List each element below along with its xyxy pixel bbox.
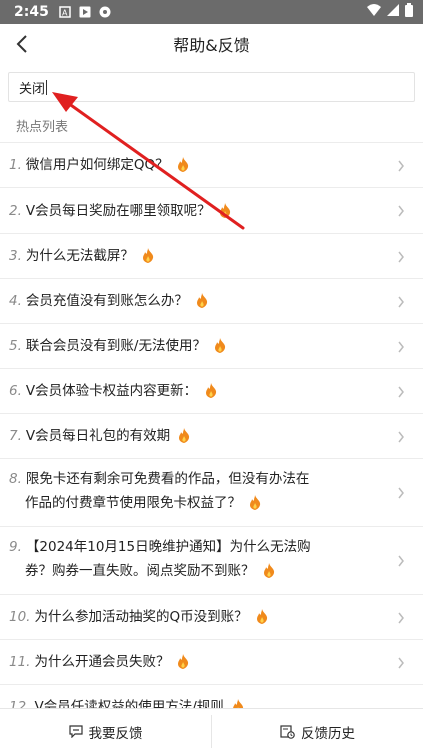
battery-icon bbox=[405, 3, 413, 21]
search-input-value: 关闭 bbox=[19, 81, 46, 97]
chevron-right-icon bbox=[398, 386, 404, 398]
list-item-number: 5. bbox=[9, 338, 22, 354]
fire-icon bbox=[177, 156, 189, 180]
fire-icon bbox=[196, 292, 208, 316]
list-item-text: 11. 为什么开通会员失败？ bbox=[9, 650, 389, 677]
search-input[interactable]: 关闭 bbox=[8, 72, 415, 102]
list-item-title: 为什么开通会员失败？ bbox=[34, 654, 170, 670]
feedback-button[interactable]: 我要反馈 bbox=[0, 709, 211, 754]
list-item[interactable]: 9. 【2024年10月15日晚维护通知】为什么无法购 券？购券一直失败。阅点奖励不… bbox=[0, 527, 423, 595]
list-item-number: 1. bbox=[9, 157, 22, 173]
list-item-number: 8. bbox=[9, 471, 22, 487]
status-bar: 2:45 A bbox=[0, 0, 423, 24]
list-item[interactable]: 6. V会员体验卡权益内容更新： bbox=[0, 369, 423, 414]
feedback-history-button[interactable]: 反馈历史 bbox=[212, 709, 423, 754]
list-item-text: 1. 微信用户如何绑定QQ？ bbox=[9, 153, 389, 180]
list-item-title: 为什么参加活动抽奖的Q币没到账？ bbox=[34, 609, 248, 625]
list-item-number: 10. bbox=[9, 609, 31, 625]
svg-text:A: A bbox=[62, 9, 68, 18]
fire-icon bbox=[205, 382, 217, 406]
page-title: 帮助&反馈 bbox=[173, 36, 250, 55]
list-item[interactable]: 7. V会员每日礼包的有效期 bbox=[0, 414, 423, 459]
list-item[interactable]: 11. 为什么开通会员失败？ bbox=[0, 640, 423, 685]
chevron-right-icon bbox=[398, 341, 404, 353]
app-header: 帮助&反馈 bbox=[0, 24, 423, 64]
list-item-title: 【2024年10月15日晚维护通知】为什么无法购 bbox=[25, 539, 311, 555]
list-item-title: 为什么无法截屏？ bbox=[25, 248, 134, 264]
shield-icon bbox=[99, 6, 111, 18]
fire-icon bbox=[263, 562, 275, 586]
list-item-number: 4. bbox=[9, 293, 22, 309]
list-item-text: 8. 限免卡还有剩余可免费看的作品，但没有办法在 作品的付费章节使用限免卡权益了？ bbox=[9, 467, 389, 518]
fire-icon bbox=[177, 653, 189, 677]
message-icon bbox=[68, 725, 83, 738]
fire-icon bbox=[142, 247, 154, 271]
history-icon bbox=[280, 724, 295, 739]
sim-icon: A bbox=[59, 6, 71, 18]
list-item-title: V会员每日礼包的有效期 bbox=[25, 428, 171, 444]
list-item-number: 9. bbox=[9, 539, 22, 555]
list-item-title: 会员充值没有到账怎么办？ bbox=[25, 293, 188, 309]
list-item-number: 7. bbox=[9, 428, 22, 444]
list-item-title-cont: 券？购券一直失败。阅点奖励不到账？ bbox=[25, 563, 255, 579]
list-item-number: 11. bbox=[9, 654, 31, 670]
fire-icon bbox=[178, 427, 190, 451]
fire-icon bbox=[249, 494, 261, 518]
list-item[interactable]: 8. 限免卡还有剩余可免费看的作品，但没有办法在 作品的付费章节使用限免卡权益了？ bbox=[0, 459, 423, 527]
list-item-text: 6. V会员体验卡权益内容更新： bbox=[9, 379, 389, 406]
list-item-text: 3. 为什么无法截屏？ bbox=[9, 244, 389, 271]
status-time: 2:45 bbox=[14, 4, 49, 20]
chevron-right-icon bbox=[398, 657, 404, 669]
signal-icon bbox=[387, 4, 399, 20]
list-item-number: 3. bbox=[9, 248, 22, 264]
list-item-text: 2. V会员每日奖励在哪里领取呢？ bbox=[9, 199, 389, 226]
feedback-history-button-label: 反馈历史 bbox=[301, 725, 355, 742]
list-item[interactable]: 1. 微信用户如何绑定QQ？ bbox=[0, 143, 423, 188]
chevron-right-icon bbox=[398, 555, 404, 567]
chevron-right-icon bbox=[398, 487, 404, 499]
bottom-bar: 我要反馈 反馈历史 bbox=[0, 708, 423, 754]
list-item-text: 7. V会员每日礼包的有效期 bbox=[9, 424, 389, 451]
play-icon bbox=[79, 6, 91, 18]
list-item-title: V会员每日奖励在哪里领取呢？ bbox=[25, 203, 211, 219]
chevron-right-icon bbox=[398, 296, 404, 308]
list-item-text: 9. 【2024年10月15日晚维护通知】为什么无法购 券？购券一直失败。阅点奖励不… bbox=[9, 535, 389, 586]
chevron-right-icon bbox=[398, 160, 404, 172]
list-item-text: 5. 联合会员没有到账/无法使用？ bbox=[9, 334, 389, 361]
list-item-number: 2. bbox=[9, 203, 22, 219]
wifi-icon bbox=[367, 4, 381, 20]
chevron-right-icon bbox=[398, 205, 404, 217]
chevron-right-icon bbox=[398, 251, 404, 263]
fire-icon bbox=[219, 202, 231, 226]
list-item-title: 联合会员没有到账/无法使用？ bbox=[25, 338, 206, 354]
list-item[interactable]: 10. 为什么参加活动抽奖的Q币没到账？ bbox=[0, 595, 423, 640]
section-label: 热点列表 bbox=[16, 120, 69, 135]
list-item-text: 10. 为什么参加活动抽奖的Q币没到账？ bbox=[9, 605, 389, 632]
list-item[interactable]: 5. 联合会员没有到账/无法使用？ bbox=[0, 324, 423, 369]
list-item[interactable]: 3. 为什么无法截屏？ bbox=[0, 234, 423, 279]
list-item-title-cont: 作品的付费章节使用限免卡权益了？ bbox=[25, 495, 241, 511]
feedback-button-label: 我要反馈 bbox=[88, 725, 143, 742]
list-item-title: 限免卡还有剩余可免费看的作品，但没有办法在 bbox=[25, 471, 310, 487]
list-item-text: 4. 会员充值没有到账怎么办？ bbox=[9, 289, 389, 316]
chevron-right-icon bbox=[398, 612, 404, 624]
list-item-title: V会员体验卡权益内容更新： bbox=[25, 383, 198, 399]
list-item-number: 6. bbox=[9, 383, 22, 399]
text-caret bbox=[46, 79, 48, 95]
chevron-right-icon bbox=[398, 431, 404, 443]
list-item[interactable]: 2. V会员每日奖励在哪里领取呢？ bbox=[0, 188, 423, 234]
chevron-left-icon[interactable] bbox=[10, 32, 34, 56]
list-item-title: 微信用户如何绑定QQ？ bbox=[25, 157, 169, 173]
list-item[interactable]: 4. 会员充值没有到账怎么办？ bbox=[0, 279, 423, 324]
fire-icon bbox=[256, 608, 268, 632]
fire-icon bbox=[214, 337, 226, 361]
